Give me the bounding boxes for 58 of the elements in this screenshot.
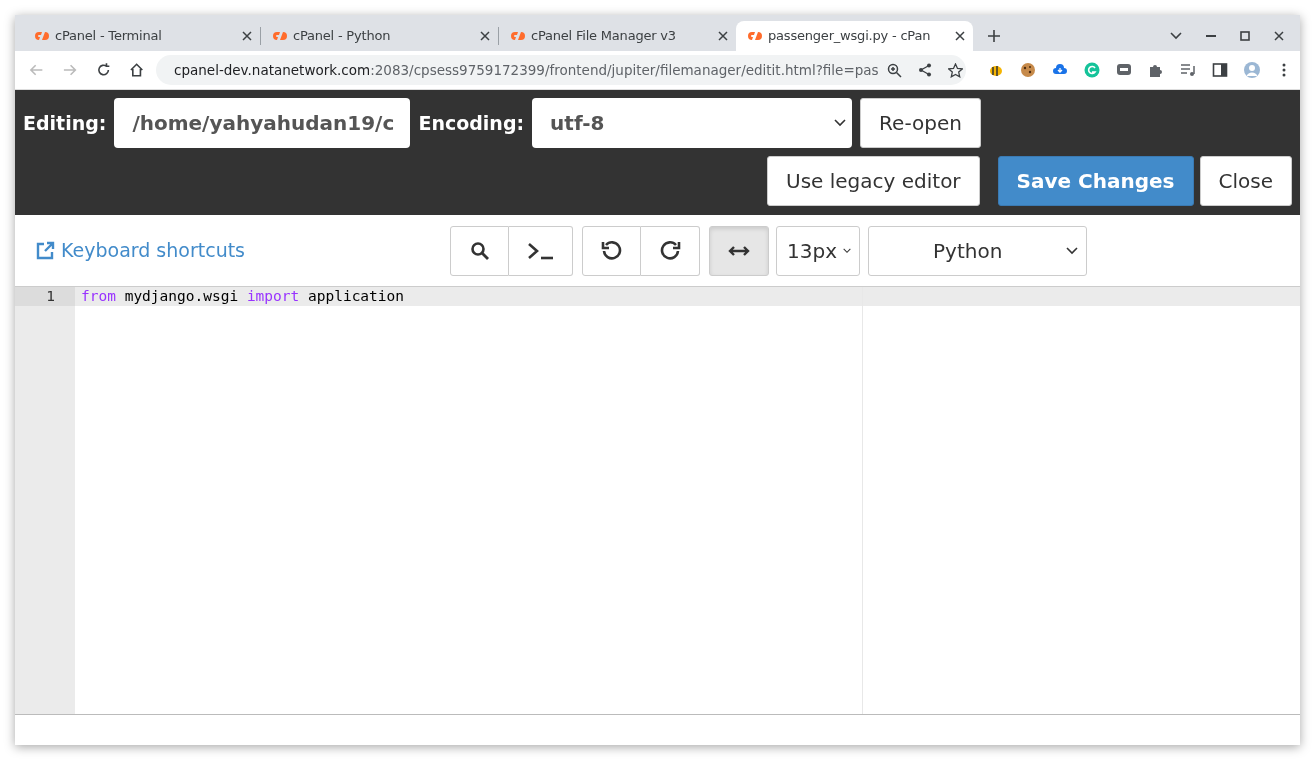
star-icon[interactable] <box>947 62 963 78</box>
home-icon[interactable] <box>128 62 144 78</box>
terminal-icon <box>526 241 555 260</box>
font-size-select[interactable]: 13px <box>776 225 861 276</box>
mode-select[interactable]: Python <box>868 225 1088 276</box>
undo-icon <box>600 239 623 262</box>
cpanel-logo-icon <box>509 30 525 42</box>
address-bar[interactable]: cpanel-dev.natanetwork.com:2083/cpsess9759172399/frontend/jupiter/filemanager/editit.html?file=pas <box>156 55 966 85</box>
file-path-field[interactable]: /home/yahyahudan19/c <box>114 98 411 148</box>
reload-icon[interactable] <box>95 62 111 78</box>
line-number: 1 <box>15 287 75 306</box>
keyboard-shortcuts-link[interactable]: Keyboard shortcuts <box>35 236 246 265</box>
external-link-icon <box>35 240 55 261</box>
maximize-icon[interactable] <box>1240 31 1250 41</box>
close-icon[interactable] <box>480 31 490 41</box>
close-icon[interactable] <box>1274 31 1284 41</box>
chevron-down-icon[interactable] <box>1170 32 1182 40</box>
side-panel-icon[interactable] <box>1212 62 1228 78</box>
browser-tab[interactable]: cPanel File Manager v3 <box>499 21 736 51</box>
close-icon[interactable] <box>242 31 252 41</box>
encoding-select[interactable]: utf-8 <box>532 98 853 148</box>
horizontal-arrows-icon <box>728 244 751 257</box>
tab-title: passenger_wsgi.py - cPan <box>768 27 932 46</box>
tab-title: cPanel - Python <box>293 27 392 46</box>
chevron-down-icon <box>834 119 847 127</box>
playlist-icon[interactable] <box>1180 62 1196 78</box>
cpanel-logo-icon <box>33 30 49 42</box>
redo-icon <box>659 239 682 262</box>
browser-tab[interactable]: cPanel - Terminal <box>23 21 260 51</box>
tab-title: cPanel File Manager v3 <box>531 27 677 46</box>
new-tab-icon[interactable] <box>987 29 1001 43</box>
close-icon[interactable] <box>718 31 728 41</box>
undo-button[interactable] <box>582 225 642 276</box>
browser-tab[interactable]: cPanel - Python <box>261 21 498 51</box>
close-button[interactable]: Close <box>1199 156 1292 206</box>
redo-button[interactable] <box>641 225 701 276</box>
editing-label: Editing: <box>23 110 107 136</box>
zoom-icon[interactable] <box>886 62 902 78</box>
share-icon[interactable] <box>917 63 932 77</box>
chevron-down-icon <box>1066 246 1079 255</box>
url-text: cpanel-dev.natanetwork.com:2083/cpsess9759172399/frontend/jupiter/filemanager/editit.html?file=pas <box>174 60 879 80</box>
save-button[interactable]: Save Changes <box>997 156 1194 206</box>
wrap-toggle-button[interactable] <box>709 225 770 276</box>
close-icon[interactable] <box>955 31 965 41</box>
cpanel-logo-icon <box>271 30 287 42</box>
puzzle-icon[interactable] <box>1148 62 1164 78</box>
reopen-button[interactable]: Re-open <box>860 98 981 148</box>
chevron-down-icon <box>843 246 852 255</box>
command-button[interactable] <box>509 225 574 276</box>
cpanel-logo-icon <box>746 30 762 42</box>
legacy-editor-button[interactable]: Use legacy editor <box>767 156 980 206</box>
chat-icon[interactable] <box>1116 62 1132 78</box>
encoding-label: Encoding: <box>418 110 525 136</box>
cookie-icon[interactable] <box>1020 62 1036 78</box>
tab-title: cPanel - Terminal <box>55 27 163 46</box>
search-icon <box>469 240 490 261</box>
browser-tab[interactable]: passenger_wsgi.py - cPan <box>736 21 973 51</box>
search-button[interactable] <box>450 225 510 276</box>
